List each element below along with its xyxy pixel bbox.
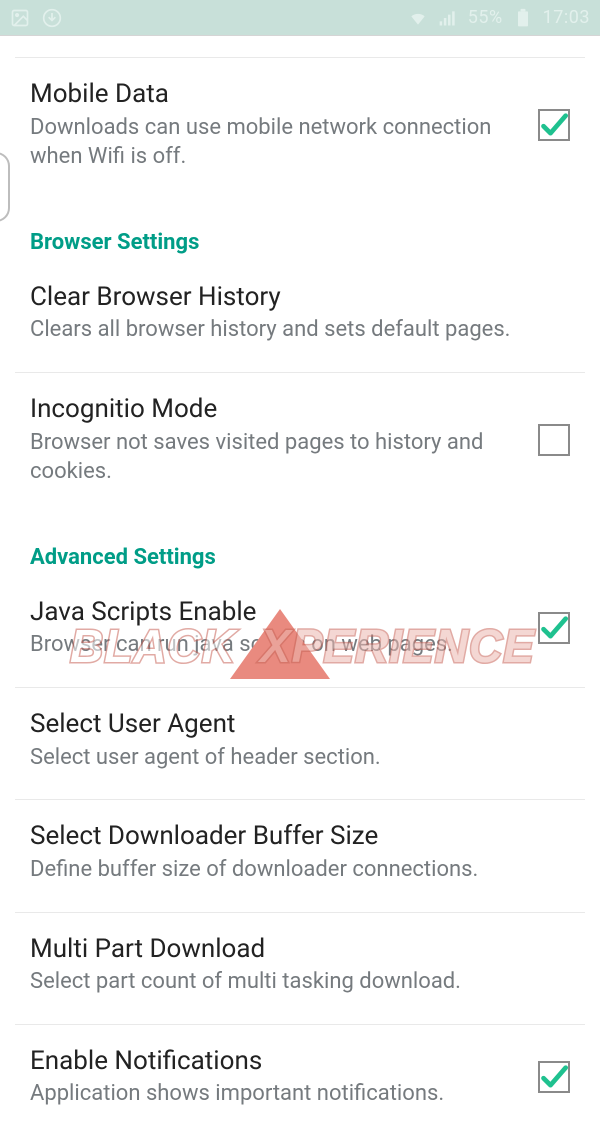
clock: 17:03 bbox=[543, 7, 590, 28]
setting-title: Multi Part Download bbox=[30, 933, 570, 966]
setting-desc: Clears all browser history and sets defa… bbox=[30, 315, 570, 345]
download-icon bbox=[42, 8, 62, 28]
status-bar: 55% 17:03 bbox=[0, 0, 600, 35]
wifi-icon bbox=[408, 8, 428, 28]
setting-user-agent[interactable]: Select User Agent Select user agent of h… bbox=[0, 688, 600, 800]
top-gap bbox=[0, 36, 600, 58]
setting-title: Select User Agent bbox=[30, 708, 570, 741]
signal-icon bbox=[438, 8, 458, 28]
section-browser-settings: Browser Settings bbox=[0, 200, 600, 261]
setting-js-enable[interactable]: Java Scripts Enable Browser can run java… bbox=[0, 576, 600, 688]
setting-desc: Select part count of multi tasking downl… bbox=[30, 967, 570, 997]
setting-notifications[interactable]: Enable Notifications Application shows i… bbox=[0, 1025, 600, 1137]
setting-multipart[interactable]: Multi Part Download Select part count of… bbox=[0, 913, 600, 1025]
incognito-checkbox[interactable] bbox=[538, 424, 570, 456]
setting-desc: Downloads can use mobile network connect… bbox=[30, 113, 520, 172]
battery-icon bbox=[513, 8, 533, 28]
setting-incognito[interactable]: Incognitio Mode Browser not saves visite… bbox=[0, 373, 600, 515]
image-icon bbox=[10, 8, 30, 28]
setting-desc: Application shows important notification… bbox=[30, 1079, 520, 1109]
setting-title: Incognitio Mode bbox=[30, 393, 520, 426]
notifications-checkbox[interactable] bbox=[538, 1061, 570, 1093]
setting-clear-history[interactable]: Clear Browser History Clears all browser… bbox=[0, 261, 600, 373]
js-enable-checkbox[interactable] bbox=[538, 612, 570, 644]
battery-percent: 55% bbox=[468, 7, 503, 28]
setting-desc: Select user agent of header section. bbox=[30, 743, 570, 773]
setting-title: Enable Notifications bbox=[30, 1045, 520, 1078]
setting-title: Clear Browser History bbox=[30, 281, 570, 314]
section-advanced-settings: Advanced Settings bbox=[0, 515, 600, 576]
setting-desc: Define buffer size of downloader connect… bbox=[30, 855, 570, 885]
setting-desc: Browser can run java scripts on web page… bbox=[30, 630, 520, 660]
mobile-data-checkbox[interactable] bbox=[538, 109, 570, 141]
setting-title: Mobile Data bbox=[30, 78, 520, 111]
setting-buffer-size[interactable]: Select Downloader Buffer Size Define buf… bbox=[0, 800, 600, 912]
setting-desc: Browser not saves visited pages to histo… bbox=[30, 428, 520, 487]
setting-mobile-data[interactable]: Mobile Data Downloads can use mobile net… bbox=[0, 58, 600, 200]
setting-title: Select Downloader Buffer Size bbox=[30, 820, 570, 853]
setting-title: Java Scripts Enable bbox=[30, 596, 520, 629]
